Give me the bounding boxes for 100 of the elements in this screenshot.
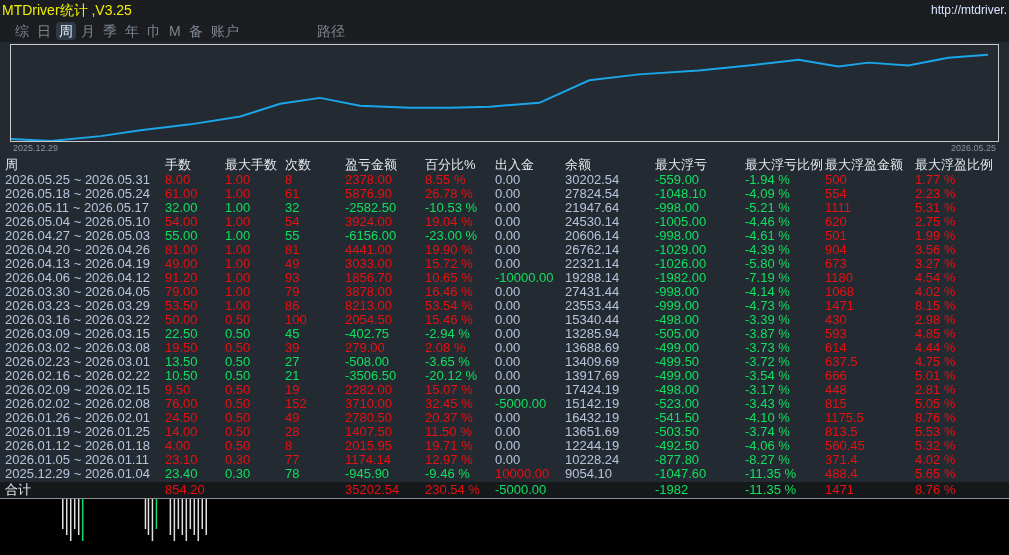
table-cell-text: 49 [285,411,301,425]
table-cell-text: 2.23 % [915,187,957,201]
table-cell-text: 620 [825,215,848,229]
table-cell-text: 79.00 [165,285,199,299]
tab[interactable]: M [166,22,184,40]
tab[interactable]: 日 [34,22,54,40]
table-cell-text: 3033.00 [345,257,393,271]
table-cell-text: 1407.50 [345,425,393,439]
table-cell-text: 8 [285,173,294,187]
table-cell-text: -492.50 [655,439,701,453]
table-cell-text: 49.00 [165,257,199,271]
table-cell-text: 54 [285,215,301,229]
table-cell-text: -20.12 % [425,369,479,383]
table-cell-text: -499.00 [655,369,701,383]
table-cell-text: -6156.00 [345,229,398,243]
tab[interactable]: 周 [56,22,76,40]
table-cell-text: 593 [825,327,848,341]
table-cell-text: 1856.70 [345,271,393,285]
table-cell-text: 854.20 [165,483,206,497]
tab[interactable]: 综 [12,22,32,40]
table-cell-text: 50.00 [165,313,199,327]
table-cell-text: 22.50 [165,327,199,341]
table-cell-text: 0.00 [495,341,522,355]
table-cell-text: 2.08 % [425,341,467,355]
tab[interactable]: 账户 [207,22,242,40]
table-cell-text: -499.00 [655,341,701,355]
table-cell-text: 2378.00 [345,173,393,187]
table-cell-text: -2.94 % [425,327,471,341]
table-cell-text: 2.98 % [915,313,957,327]
table-cell-text: 15.72 % [425,257,474,271]
table-cell-text: 1.00 [225,271,252,285]
table-cell-text: 1.00 [225,215,252,229]
app-title: MTDriver统计 ,V3.25 [2,0,132,20]
table-cell-text: 0.50 [225,439,252,453]
table-cell-text: 1.00 [225,201,252,215]
table-cell-text: -11.35 % [745,467,798,481]
table-cell-text: 1.00 [225,187,252,201]
website-link[interactable]: http://mtdriver. [930,1,1007,19]
table-cell-text: 2026.02.23 ~ 2026.03.01 [5,355,151,369]
tab[interactable]: 月 [78,22,98,40]
table-cell-text: 9.50 [165,383,192,397]
table-cell-text: -5000.00 [495,397,548,411]
column-header: 余额 [565,157,592,173]
table-cell-text: 2026.04.20 ~ 2026.04.26 [5,243,151,257]
table-cell-text: 1068 [825,285,855,299]
tab[interactable]: 季 [100,22,120,40]
table-cell-text: 666 [825,369,848,383]
tab[interactable]: 巾 [144,22,164,40]
table-cell-text: 0.00 [495,327,522,341]
table-cell-text: 2015.95 [345,439,393,453]
table-cell-text: 501 [825,229,848,243]
table-cell-text: 16.46 % [425,285,474,299]
table-cell-text: -5.80 % [745,257,791,271]
table-cell-text: 53.54 % [425,299,474,313]
table-cell-text: 1.00 [225,299,252,313]
table-cell-text: 27 [285,355,301,369]
table-cell-text: 55.00 [165,229,199,243]
table-cell-text: -541.50 [655,411,701,425]
table-cell-text: 0.00 [495,187,522,201]
table-cell-text: 2026.01.19 ~ 2026.01.25 [5,425,151,439]
tab[interactable]: 备 [185,22,206,40]
table-cell-text: 8.76 % [915,483,957,497]
table-cell-text: 0.00 [495,201,522,215]
table-cell-text: 4.85 % [915,327,957,341]
table-cell-text: 1180 [825,271,854,285]
table-cell-text: -5.21 % [745,201,791,215]
table-cell-text: 430 [825,313,848,327]
table-cell-text: 45 [285,327,301,341]
table-cell-text: 2026.04.13 ~ 2026.04.19 [5,257,151,271]
table-cell-text: 13917.69 [565,369,621,383]
table-cell-text: -998.00 [655,201,701,215]
table-cell-text: -5000.00 [495,483,548,497]
table-cell-text: 0.00 [495,313,522,327]
table-cell-text: 81.00 [165,243,199,257]
table-cell-text: 23.10 [165,453,199,467]
table-cell-text: 371.4 [825,453,859,467]
table-cell-text: -3.43 % [745,397,791,411]
table-cell-text: 2054.50 [345,313,393,327]
table-cell-text: 813.5 [825,425,859,439]
table-cell-text: -523.00 [655,397,701,411]
column-header: 盈亏金额 [345,157,398,173]
table-cell-text: 32.45 % [425,397,474,411]
table-cell-text: 8.76 % [915,411,957,425]
table-cell-text: -10000.00 [495,271,555,285]
column-header: 手数 [165,157,192,173]
tab[interactable]: 路径 [313,22,348,40]
table-cell-text: 5.31 % [915,201,957,215]
table-cell-text: 78 [285,467,301,481]
table-cell-text: 4441.00 [345,243,393,257]
table-cell-text: -4.14 % [745,285,791,299]
table-cell-text: -3.73 % [745,341,791,355]
table-cell-text: 2026.05.11 ~ 2026.05.17 [5,201,150,215]
table-cell-text: 4.75 % [915,355,957,369]
column-header: 次数 [285,157,312,173]
table-cell-text: -2582.50 [345,201,398,215]
table-cell-text: -4.10 % [745,411,791,425]
table-cell-text: 49 [285,257,301,271]
tab[interactable]: 年 [122,22,142,40]
table-cell-text: 4.02 % [915,285,957,299]
column-header: 百分比% [425,157,477,173]
